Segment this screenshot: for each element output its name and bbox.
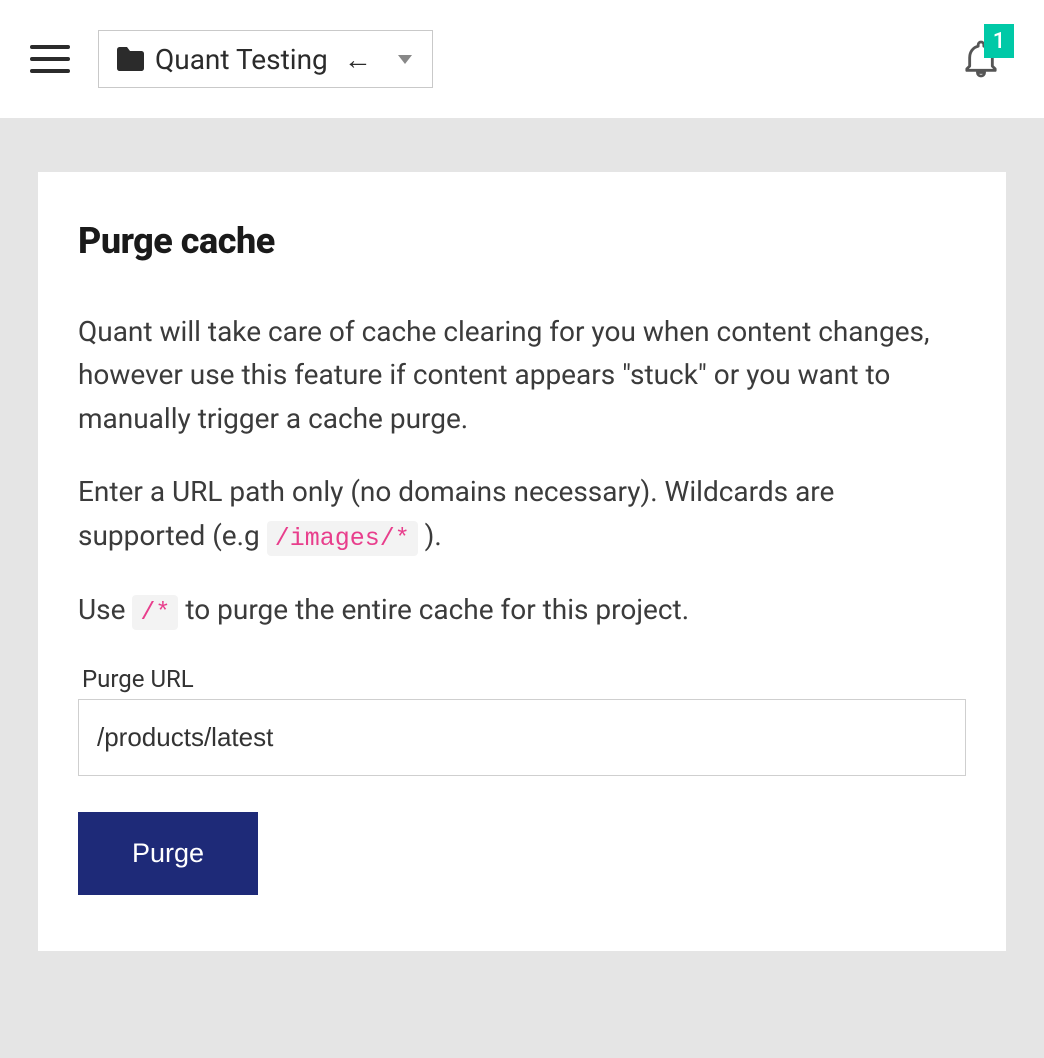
folder-icon: [115, 46, 145, 72]
para2-suffix: ).: [418, 519, 442, 552]
arrow-left-icon: ←: [344, 43, 372, 76]
description-para-1: Quant will take care of cache clearing f…: [78, 310, 966, 440]
notifications-button[interactable]: 1: [958, 34, 1004, 84]
description-para-2: Enter a URL path only (no domains necess…: [78, 470, 966, 558]
project-selector[interactable]: Quant Testing ←: [98, 30, 433, 88]
hamburger-icon: [30, 45, 70, 73]
purge-cache-card: Purge cache Quant will take care of cach…: [38, 172, 1006, 951]
para3-suffix: to purge the entire cache for this proje…: [178, 593, 689, 626]
project-name-label: Quant Testing: [155, 43, 328, 76]
purge-url-input[interactable]: [78, 699, 966, 776]
purge-all-code: /*: [132, 595, 178, 630]
page-title: Purge cache: [78, 220, 966, 262]
purge-button[interactable]: Purge: [78, 812, 258, 895]
wildcard-example-code: /images/*: [267, 521, 418, 556]
para3-prefix: Use: [78, 593, 132, 626]
para2-prefix: Enter a URL path only (no domains necess…: [78, 475, 834, 551]
purge-url-label: Purge URL: [82, 665, 966, 693]
notifications-badge: 1: [984, 24, 1014, 58]
description-para-3: Use /* to purge the entire cache for thi…: [78, 588, 966, 633]
chevron-down-icon: [398, 55, 412, 64]
topbar: Quant Testing ← 1: [0, 0, 1044, 118]
menu-button[interactable]: [20, 35, 80, 83]
